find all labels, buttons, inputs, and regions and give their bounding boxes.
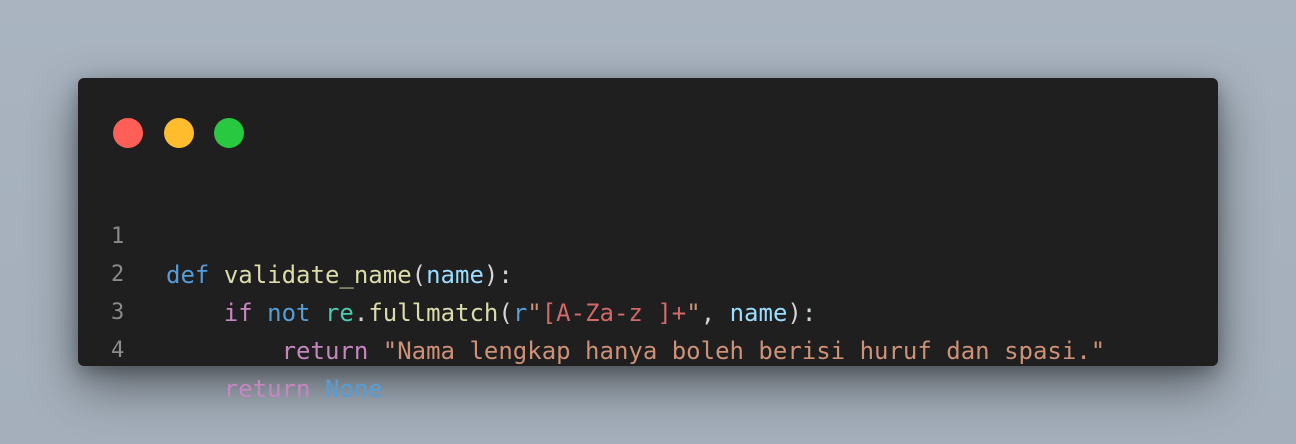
code-line: 4 return None — [78, 294, 1218, 403]
code-token: return — [223, 375, 311, 403]
minimize-dot-icon[interactable] — [164, 118, 194, 148]
line-number: 4 — [111, 338, 125, 363]
code-line: 2 if not re.fullmatch(r"[A-Za-z ]+", nam… — [78, 218, 1218, 327]
code-token: "Nama lengkap hanya boleh berisi huruf d… — [382, 337, 1106, 365]
code-line-content: return "Nama lengkap hanya boleh berisi … — [166, 332, 1106, 370]
code-window: 1 def validate_name(name): 2 if not re.f… — [78, 78, 1218, 403]
code-line: 3 return "Nama lengkap hanya boleh beris… — [78, 256, 1218, 365]
close-dot-icon[interactable] — [113, 118, 143, 148]
code-line-content: return None — [166, 370, 383, 408]
code-token: return — [281, 337, 369, 365]
code-token: None — [324, 375, 383, 403]
maximize-dot-icon[interactable] — [214, 118, 244, 148]
code-block: 1 def validate_name(name): 2 if not re.f… — [78, 180, 1218, 403]
code-line: 1 def validate_name(name): — [78, 180, 1218, 289]
